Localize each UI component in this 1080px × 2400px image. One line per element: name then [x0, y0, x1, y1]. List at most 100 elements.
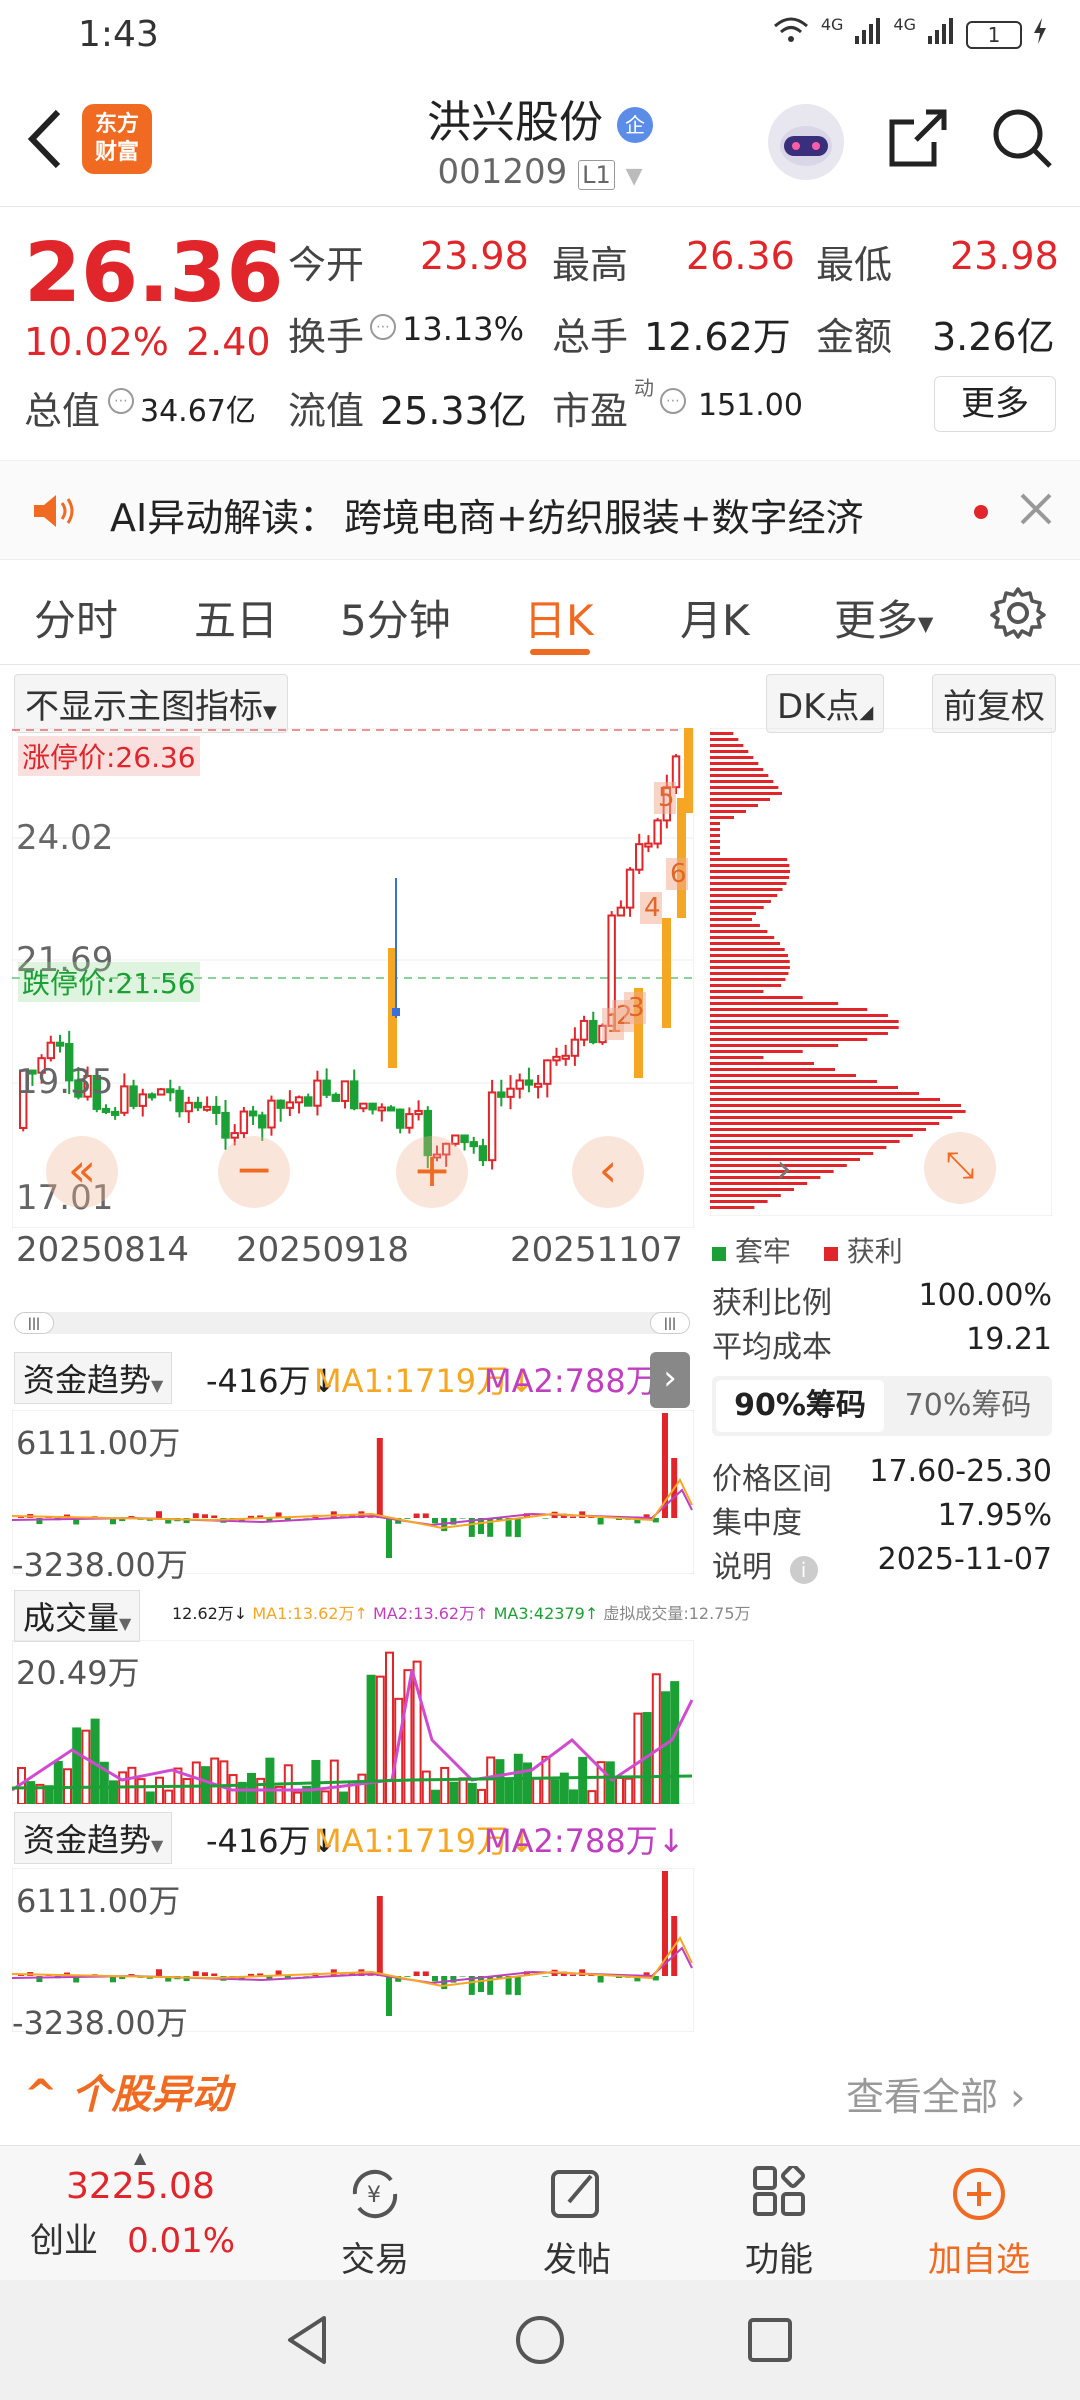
signal-icon: 4G [820, 15, 844, 34]
indicator-select[interactable]: 不显示主图指标▼ [14, 674, 288, 733]
back-button[interactable] [20, 104, 70, 174]
info-icon[interactable]: ⋯ [370, 314, 396, 340]
settings-button[interactable] [990, 585, 1046, 645]
chip-bar [710, 954, 788, 957]
active-tab-indicator [530, 649, 590, 655]
scroll-far-left-button[interactable]: « [46, 1136, 118, 1208]
candle-body [579, 1019, 589, 1041]
slider-handle-right[interactable]: ||| [650, 1312, 690, 1334]
y-tick-label-4: 19.35 [16, 1062, 114, 1102]
nav-function[interactable]: 功能 [714, 2163, 844, 2281]
candle-body [635, 843, 644, 871]
volume-bar [670, 1681, 680, 1804]
candle-body [552, 1055, 561, 1062]
chip-bar [710, 894, 778, 897]
funds-bar [202, 1972, 208, 1976]
funds-indicator-select[interactable]: 资金趋势▼ [14, 1352, 173, 1404]
corner-arrow-icon: ◢ [859, 702, 874, 723]
chip-bar [710, 798, 770, 801]
marker-label: 6 [670, 859, 687, 889]
chip-next-icon[interactable]: › [776, 1146, 792, 1192]
chip-bar [710, 858, 788, 861]
tab-monthly-k[interactable]: 月K [680, 587, 750, 648]
index-ticker[interactable]: ▲ 3225.08 创业 0.01% [30, 2148, 280, 2262]
slider-handle-left[interactable]: ||| [14, 1312, 54, 1334]
charging-icon [1032, 16, 1048, 53]
funds-bar [514, 1976, 521, 1996]
expand-chip-button[interactable]: ⤡ [924, 1132, 996, 1204]
funds-bar [422, 1971, 429, 1976]
system-nav-bar [0, 2280, 1080, 2400]
grid-icon [753, 2163, 806, 2216]
candle-body [478, 1145, 488, 1162]
chip-tab-90[interactable]: 90%筹码 [716, 1380, 884, 1432]
nav-trade[interactable]: ¥ 交易 [310, 2166, 440, 2281]
tab-five-day[interactable]: 五日 [194, 587, 278, 648]
dropdown-arrow-icon: ▼ [918, 611, 934, 636]
system-recents-button[interactable] [742, 2312, 798, 2372]
view-all-label: 查看全部 [846, 2075, 999, 2119]
funds-indicator-select-2[interactable]: 资金趋势▼ [14, 1812, 173, 1864]
candle-body [138, 1093, 147, 1107]
system-back-button[interactable] [280, 2312, 336, 2372]
quote-panel: 26.36 10.02% 2.40 今开 23.98 最高 26.36 最低 2… [0, 210, 1080, 455]
volume-ma1: MA1:13.62万↑ [252, 1604, 368, 1623]
limit-candle [662, 918, 671, 1028]
zoom-in-button[interactable]: + [396, 1136, 468, 1208]
scroll-left-button[interactable]: ‹ [572, 1136, 644, 1208]
info-circle-icon[interactable]: i [789, 1556, 818, 1584]
tab-5min[interactable]: 5分钟 [340, 587, 451, 648]
candle-body [46, 1041, 56, 1060]
limit-candle [684, 728, 693, 813]
app-logo[interactable]: 东方 财富 [82, 104, 152, 174]
robot-avatar-icon[interactable] [768, 104, 844, 180]
turnover-label: 换手 [288, 315, 365, 359]
funds-top-label-2: 6111.00万 [16, 1882, 181, 1920]
more-button[interactable]: 更多 [934, 376, 1056, 432]
nav-add-watchlist[interactable]: 加自选 [914, 2166, 1044, 2281]
ai-insight-bar[interactable]: AI异动解读： 跨境电商+纺织服装+数字经济 [0, 460, 1080, 560]
funds-bar [413, 1513, 420, 1518]
profit-ratio-label: 获利比例 [712, 1286, 832, 1321]
chip-bar [710, 966, 790, 969]
funds-bar [570, 1516, 576, 1518]
info-icon-2[interactable]: ⋯ [108, 388, 134, 414]
volume-bar [293, 1791, 302, 1804]
share-button[interactable] [886, 106, 950, 170]
system-home-button[interactable] [512, 2312, 568, 2372]
chip-bar [710, 804, 758, 807]
chip-bar [710, 1056, 764, 1059]
chip-bar [710, 978, 786, 981]
info-icon-3[interactable]: ⋯ [660, 388, 686, 414]
tab-intraday[interactable]: 分时 [34, 587, 118, 648]
funds-bottom-label: -3238.00万 [12, 1546, 188, 1584]
chip-bar [710, 780, 774, 783]
dropdown-arrow-icon: ▼ [151, 1376, 164, 1395]
search-button[interactable] [990, 106, 1054, 170]
expand-arrow-button[interactable]: › [650, 1352, 690, 1408]
volume-bar [477, 1788, 486, 1804]
legend-profit-label: 获利 [846, 1235, 903, 1268]
chip-bar [710, 852, 720, 855]
chip-tab-70[interactable]: 70%筹码 [884, 1380, 1052, 1432]
chip-bar [710, 1080, 877, 1083]
stock-alerts-header[interactable]: ^ 个股异动 [24, 2062, 231, 2120]
tab-more[interactable]: 更多▼ [834, 587, 933, 648]
funds-bar [192, 1971, 199, 1976]
candle-body [294, 1096, 304, 1104]
range-slider[interactable]: ||| ||| [14, 1312, 690, 1334]
tab-daily-k[interactable]: 日K [524, 587, 594, 648]
view-all-link[interactable]: 查看全部 › [846, 2066, 1025, 2121]
stock-title-block[interactable]: 洪兴股份 企 001209 L1 ▼ [380, 86, 700, 192]
dk-point-button[interactable]: DK点◢ [766, 674, 885, 733]
close-icon[interactable] [1018, 491, 1054, 531]
nav-post[interactable]: 发帖 [512, 2166, 642, 2281]
volume-value: 12.62万 [644, 315, 791, 359]
zoom-out-button[interactable]: − [218, 1136, 290, 1208]
adjust-button[interactable]: 前复权 [932, 674, 1056, 733]
chip-bar [710, 1086, 898, 1089]
volume-indicator-select[interactable]: 成交量▼ [14, 1590, 141, 1642]
index-up-arrow-icon: ▲ [134, 2148, 147, 2167]
price-range-value: 17.60-25.30 [869, 1454, 1052, 1489]
candle-body [487, 1091, 497, 1162]
